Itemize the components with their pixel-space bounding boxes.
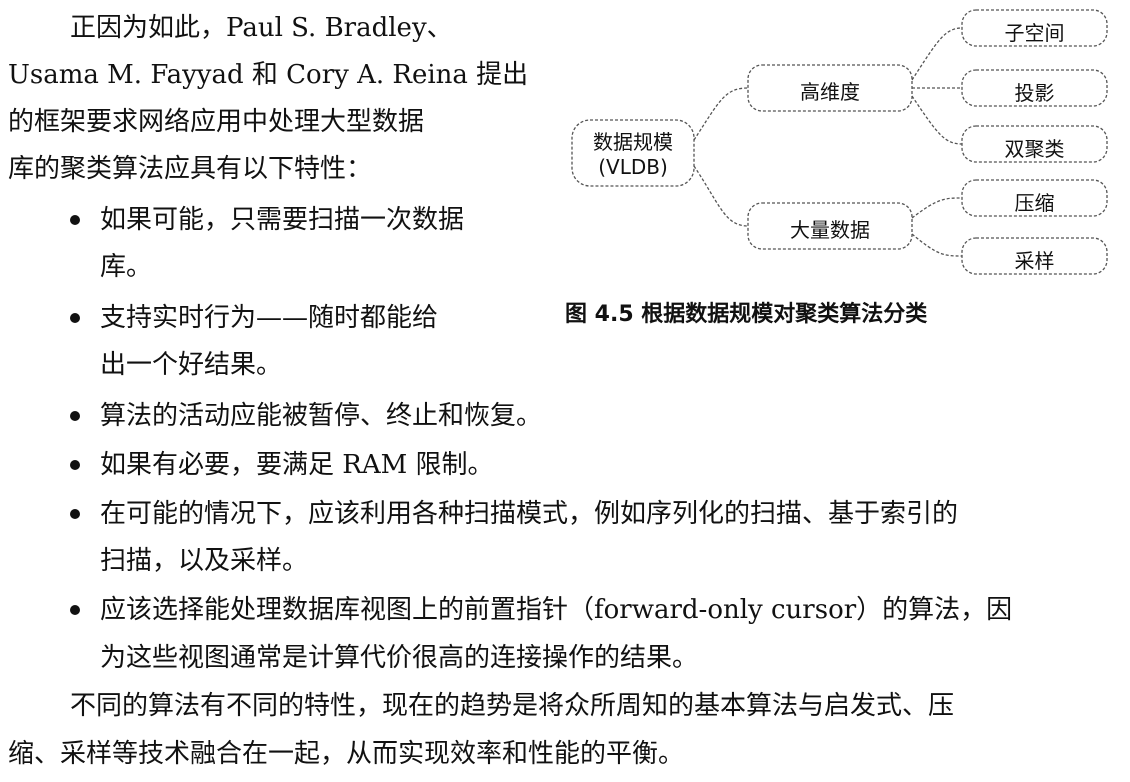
connector-compression: [911, 197, 963, 219]
bullet-dot-4: [70, 460, 80, 470]
leaf-compression: 压缩: [1014, 191, 1055, 215]
connector-subspace: [911, 27, 963, 81]
intro-line-3: 的框架要求网络应用中处理大型数据: [8, 107, 425, 137]
intro-line-1: 正因为如此，Paul S. Bradley、: [70, 13, 453, 43]
leaf-sampling: 采样: [1014, 249, 1055, 273]
bullet-6-line-1: 应该选择能处理数据库视图上的前置指针（forward-only cursor）的…: [100, 595, 1013, 625]
connector-root-large-data: [693, 165, 749, 227]
bullet-dot-2: [70, 313, 80, 323]
intro-line-4: 库的聚类算法应具有以下特性：: [8, 154, 373, 184]
bullet-dot-5: [70, 509, 80, 519]
leaf-biclustering: 双聚类: [1004, 137, 1065, 161]
root-node-label-1: 数据规模: [593, 130, 673, 154]
leaf-subspace: 子空间: [1004, 21, 1065, 45]
bullet-2-line-1: 支持实时行为——随时都能给: [100, 303, 439, 333]
closing-line-2: 缩、采样等技术融合在一起，从而实现效率和性能的平衡。: [8, 739, 685, 769]
connector-biclustering: [911, 95, 963, 145]
bullet-1-line-1: 如果可能，只需要扫描一次数据: [100, 205, 465, 235]
bullet-6-line-2: 为这些视图通常是计算代价很高的连接操作的结果。: [100, 643, 699, 673]
bullet-dot-1: [70, 215, 80, 225]
bullet-2-line-2: 出一个好结果。: [100, 350, 283, 380]
bullet-1-line-2: 库。: [100, 252, 153, 282]
leaf-projection: 投影: [1014, 81, 1055, 105]
root-node-label-2: (VLDB): [598, 155, 668, 179]
mid-node-high-dim: 高维度: [800, 80, 860, 104]
connector-sampling: [911, 233, 963, 257]
closing-line-1: 不同的算法有不同的特性，现在的趋势是将众所周知的基本算法与启发式、压: [70, 691, 955, 721]
bullet-5-line-1: 在可能的情况下，应该利用各种扫描模式，例如序列化的扫描、基于索引的: [100, 499, 959, 529]
bullet-3-line-1: 算法的活动应能被暂停、终止和恢复。: [100, 401, 543, 431]
bullet-dot-3: [70, 411, 80, 421]
bullet-5-line-2: 扫描，以及采样。: [100, 546, 309, 576]
intro-line-2: Usama M. Fayyad 和 Cory A. Reina 提出: [8, 60, 529, 90]
bullet-4-line-1: 如果有必要，要满足 RAM 限制。: [100, 450, 494, 480]
connector-root-high-dim: [693, 87, 749, 141]
figure-caption: 图 4.5 根据数据规模对聚类算法分类: [565, 302, 928, 327]
mid-node-large-data: 大量数据: [790, 218, 870, 242]
clustering-scale-diagram: 数据规模 (VLDB) 高维度 大量数据 子空间 投影 双聚类 压缩 采样: [560, 0, 1120, 290]
bullet-dot-6: [70, 605, 80, 615]
